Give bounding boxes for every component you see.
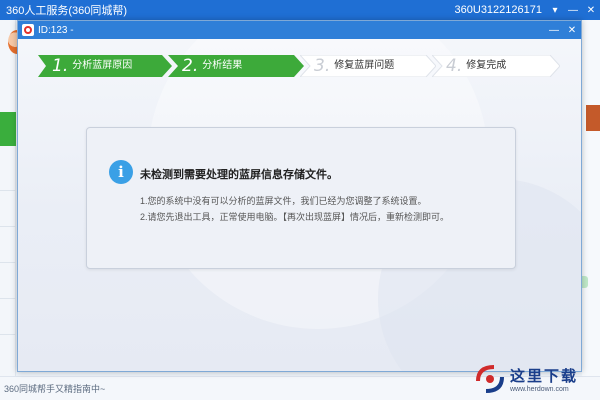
step-4: 4. 修复完成: [432, 55, 560, 77]
result-heading: 未检测到需要处理的蓝屏信息存储文件。: [140, 169, 338, 181]
outer-user-id[interactable]: 360U3122126171: [455, 4, 542, 16]
step-2: 2. 分析结果: [168, 55, 304, 77]
step-number: 4.: [446, 56, 463, 76]
dialog-close-button[interactable]: ✕: [563, 21, 581, 39]
outer-close-button[interactable]: ✕: [582, 0, 600, 20]
outer-right-accent: [586, 105, 600, 131]
step-3: 3. 修复蓝屏问题: [300, 55, 436, 77]
dialog-titlebar[interactable]: ID:123 - — ✕: [18, 21, 581, 39]
outer-sidebar-active-tab[interactable]: [0, 112, 16, 146]
dialog-title: ID:123 -: [38, 24, 74, 36]
app-logo-icon: [22, 24, 34, 36]
step-number: 3.: [314, 56, 331, 76]
step-label: 修复蓝屏问题: [334, 60, 395, 71]
outer-status-text[interactable]: 360同城帮手又精指南中~: [0, 382, 105, 395]
step-number: 2.: [182, 56, 199, 76]
outer-titlebar: 360人工服务(360同城帮) 360U3122126171 ▾ — ✕: [0, 0, 600, 20]
dropdown-icon[interactable]: ▾: [546, 0, 564, 20]
result-line-1: 1.您的系统中没有可以分析的蓝屏文件，我们已经为您调整了系统设置。: [140, 196, 427, 206]
repair-dialog: ID:123 - — ✕ 1. 分析蓝屏原因 2. 分析结果 3. 修复蓝屏问题…: [17, 20, 582, 372]
watermark-text: 这里下载: [510, 367, 579, 385]
outer-right-panel: [582, 20, 600, 376]
result-line-2: 2.请您先退出工具，正常使用电脑。【再次出现蓝屏】情况后，重新检测即可。: [140, 212, 450, 222]
outer-sidebar: [0, 20, 16, 400]
step-label: 修复完成: [466, 60, 507, 71]
step-1: 1. 分析蓝屏原因: [38, 55, 172, 77]
result-message-panel: i 未检测到需要处理的蓝屏信息存储文件。 1.您的系统中没有可以分析的蓝屏文件，…: [86, 127, 516, 269]
step-label: 分析结果: [202, 60, 243, 71]
watermark-logo-icon: [476, 365, 504, 393]
step-label: 分析蓝屏原因: [72, 60, 133, 71]
step-number: 1.: [52, 56, 69, 76]
outer-window-title: 360人工服务(360同城帮): [6, 5, 128, 17]
info-icon: i: [109, 160, 133, 184]
outer-minimize-button[interactable]: —: [564, 0, 582, 20]
site-watermark: 这里下载 www.herdown.com: [470, 360, 595, 398]
watermark-url: www.herdown.com: [510, 386, 569, 393]
dialog-minimize-button[interactable]: —: [545, 21, 563, 39]
